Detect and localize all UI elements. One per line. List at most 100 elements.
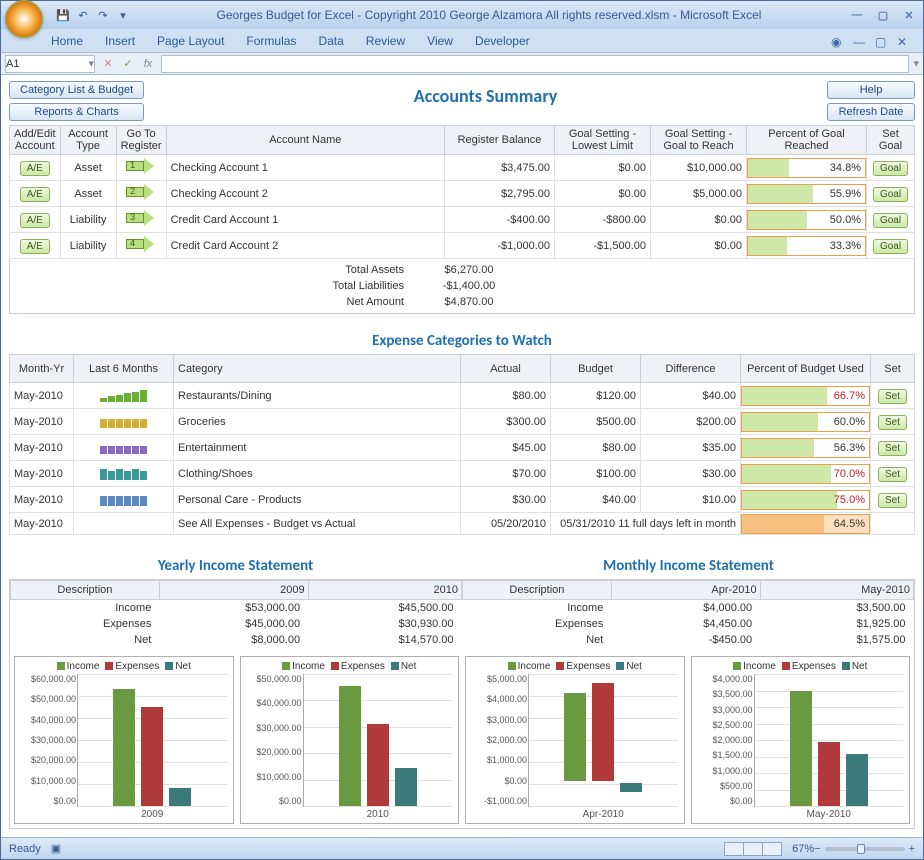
expense-actual: $300.00 [461, 409, 551, 435]
goal-lowest: $0.00 [555, 155, 651, 181]
accounts-table: Add/Edit Account Account Type Go To Regi… [9, 125, 915, 259]
monthly-income-title: Monthly Income Statement [462, 557, 915, 575]
enter-formula-icon[interactable]: ✓ [119, 55, 137, 73]
help-button[interactable]: Help [827, 81, 915, 99]
th-goal-low: Goal Setting - Lowest Limit [555, 126, 651, 155]
goto-register-arrow[interactable]: 3 [126, 210, 156, 226]
expense-actual: $45.00 [461, 435, 551, 461]
formula-bar[interactable] [161, 55, 909, 73]
tab-review[interactable]: Review [366, 34, 405, 48]
goal-button[interactable]: Goal [873, 239, 908, 254]
chart-legend: IncomeExpensesNet [472, 661, 678, 672]
zoom-in-icon[interactable]: + [909, 843, 915, 855]
close-icon[interactable]: ✕ [899, 7, 919, 23]
goal-button[interactable]: Goal [873, 213, 908, 228]
goal-lowest: $0.00 [555, 181, 651, 207]
category-list-button[interactable]: Category List & Budget [9, 81, 144, 99]
chart-xlabel: 2010 [304, 809, 453, 820]
goal-reach: $5,000.00 [651, 181, 747, 207]
macro-record-icon[interactable]: ▣ [51, 842, 61, 855]
goto-register-arrow[interactable]: 2 [126, 184, 156, 200]
zoom-slider[interactable] [825, 847, 905, 851]
account-name: Checking Account 1 [166, 155, 444, 181]
chart-bar [564, 693, 586, 781]
quick-access-toolbar: 💾 ↶ ↷ ▾ [55, 7, 131, 23]
tab-data[interactable]: Data [318, 34, 343, 48]
chart-plot: $4,000.00$3,500.00$3,000.00$2,500.00$2,0… [754, 674, 904, 807]
chart-bar [113, 689, 135, 806]
maximize-icon[interactable]: ▢ [873, 7, 893, 23]
zoom-out-icon[interactable]: − [814, 843, 820, 855]
expense-categories-title: Expense Categories to Watch [9, 332, 915, 350]
add-edit-button[interactable]: A/E [20, 239, 50, 254]
set-button[interactable]: Set [878, 441, 907, 456]
tab-home[interactable]: Home [51, 34, 83, 48]
goal-lowest: -$1,500.00 [555, 233, 651, 259]
refresh-date-button[interactable]: Refresh Date [827, 103, 915, 121]
add-edit-button[interactable]: A/E [20, 161, 50, 176]
see-all-expenses[interactable]: See All Expenses - Budget vs Actual [174, 513, 461, 535]
total-liab-value: -$1,400.00 [414, 279, 524, 293]
goal-lowest: -$800.00 [555, 207, 651, 233]
ribbon-restore-icon[interactable]: ▢ [875, 35, 891, 47]
tab-page-layout[interactable]: Page Layout [157, 34, 224, 48]
worksheet-area[interactable]: Category List & Budget Reports & Charts … [1, 75, 923, 837]
expense-budget: $40.00 [551, 487, 641, 513]
th-add-edit: Add/Edit Account [10, 126, 61, 155]
qat-dropdown-icon[interactable]: ▾ [115, 7, 131, 23]
help-icon[interactable]: ◉ [831, 35, 847, 47]
ribbon-close-icon[interactable]: ✕ [897, 35, 913, 47]
tab-developer[interactable]: Developer [475, 34, 530, 48]
ribbon-minimize-icon[interactable]: — [853, 35, 869, 47]
view-buttons[interactable] [725, 842, 782, 856]
chart-legend: IncomeExpensesNet [698, 661, 904, 672]
reports-charts-button[interactable]: Reports & Charts [9, 103, 144, 121]
account-name: Credit Card Account 2 [166, 233, 444, 259]
chart-bar [846, 754, 868, 806]
account-row: A/ELiability3Credit Card Account 1-$400.… [10, 207, 915, 233]
goal-reach: $10,000.00 [651, 155, 747, 181]
expense-month: May-2010 [10, 435, 74, 461]
save-icon[interactable]: 💾 [55, 7, 71, 23]
fx-icon[interactable]: fx [139, 55, 157, 73]
cancel-formula-icon[interactable]: ✕ [99, 55, 117, 73]
undo-icon[interactable]: ↶ [75, 7, 91, 23]
chart-ylabels: $50,000.00$40,000.00$30,000.00$20,000.00… [248, 674, 302, 806]
tab-view[interactable]: View [427, 34, 453, 48]
set-button[interactable]: Set [878, 467, 907, 482]
set-button[interactable]: Set [878, 415, 907, 430]
formula-expand-icon[interactable]: ▾ [913, 57, 919, 70]
statusbar: Ready ▣ 67% − + [1, 837, 923, 859]
goto-register-arrow[interactable]: 4 [126, 236, 156, 252]
office-button[interactable] [5, 0, 43, 38]
th-yearly-desc: Description [11, 581, 160, 600]
chart-plot: $50,000.00$40,000.00$30,000.00$20,000.00… [303, 674, 453, 807]
set-button[interactable]: Set [878, 389, 907, 404]
expense-month: May-2010 [10, 409, 74, 435]
expense-month: May-2010 [10, 383, 74, 409]
chart-box: IncomeExpensesNet$50,000.00$40,000.00$30… [240, 656, 460, 824]
th-yearly-2009: 2009 [159, 581, 308, 600]
name-box[interactable]: A1▾ [5, 55, 95, 73]
pct-budget-bar: 66.7% [741, 386, 870, 406]
goal-button[interactable]: Goal [873, 187, 908, 202]
tab-formulas[interactable]: Formulas [246, 34, 296, 48]
expense-diff: $30.00 [641, 461, 741, 487]
sparkline-icon [100, 464, 147, 480]
income-row: Income$4,000.00$3,500.00 [463, 600, 914, 617]
net-amount-value: $4,870.00 [414, 295, 524, 309]
goal-button[interactable]: Goal [873, 161, 908, 176]
expense-month: May-2010 [10, 461, 74, 487]
goto-register-arrow[interactable]: 1 [126, 158, 156, 174]
minimize-icon[interactable]: — [847, 7, 867, 23]
tab-insert[interactable]: Insert [105, 34, 135, 48]
accounts-summary-title: Accounts Summary [144, 85, 827, 107]
chart-bar [790, 691, 812, 807]
set-button[interactable]: Set [878, 493, 907, 508]
add-edit-button[interactable]: A/E [20, 213, 50, 228]
add-edit-button[interactable]: A/E [20, 187, 50, 202]
charts-row: IncomeExpensesNet$60,000.00$50,000.00$40… [10, 652, 914, 828]
chart-xlabel: 2009 [78, 809, 227, 820]
yearly-income-table: Description 2009 2010 Income$53,000.00$4… [10, 580, 462, 648]
redo-icon[interactable]: ↷ [95, 7, 111, 23]
